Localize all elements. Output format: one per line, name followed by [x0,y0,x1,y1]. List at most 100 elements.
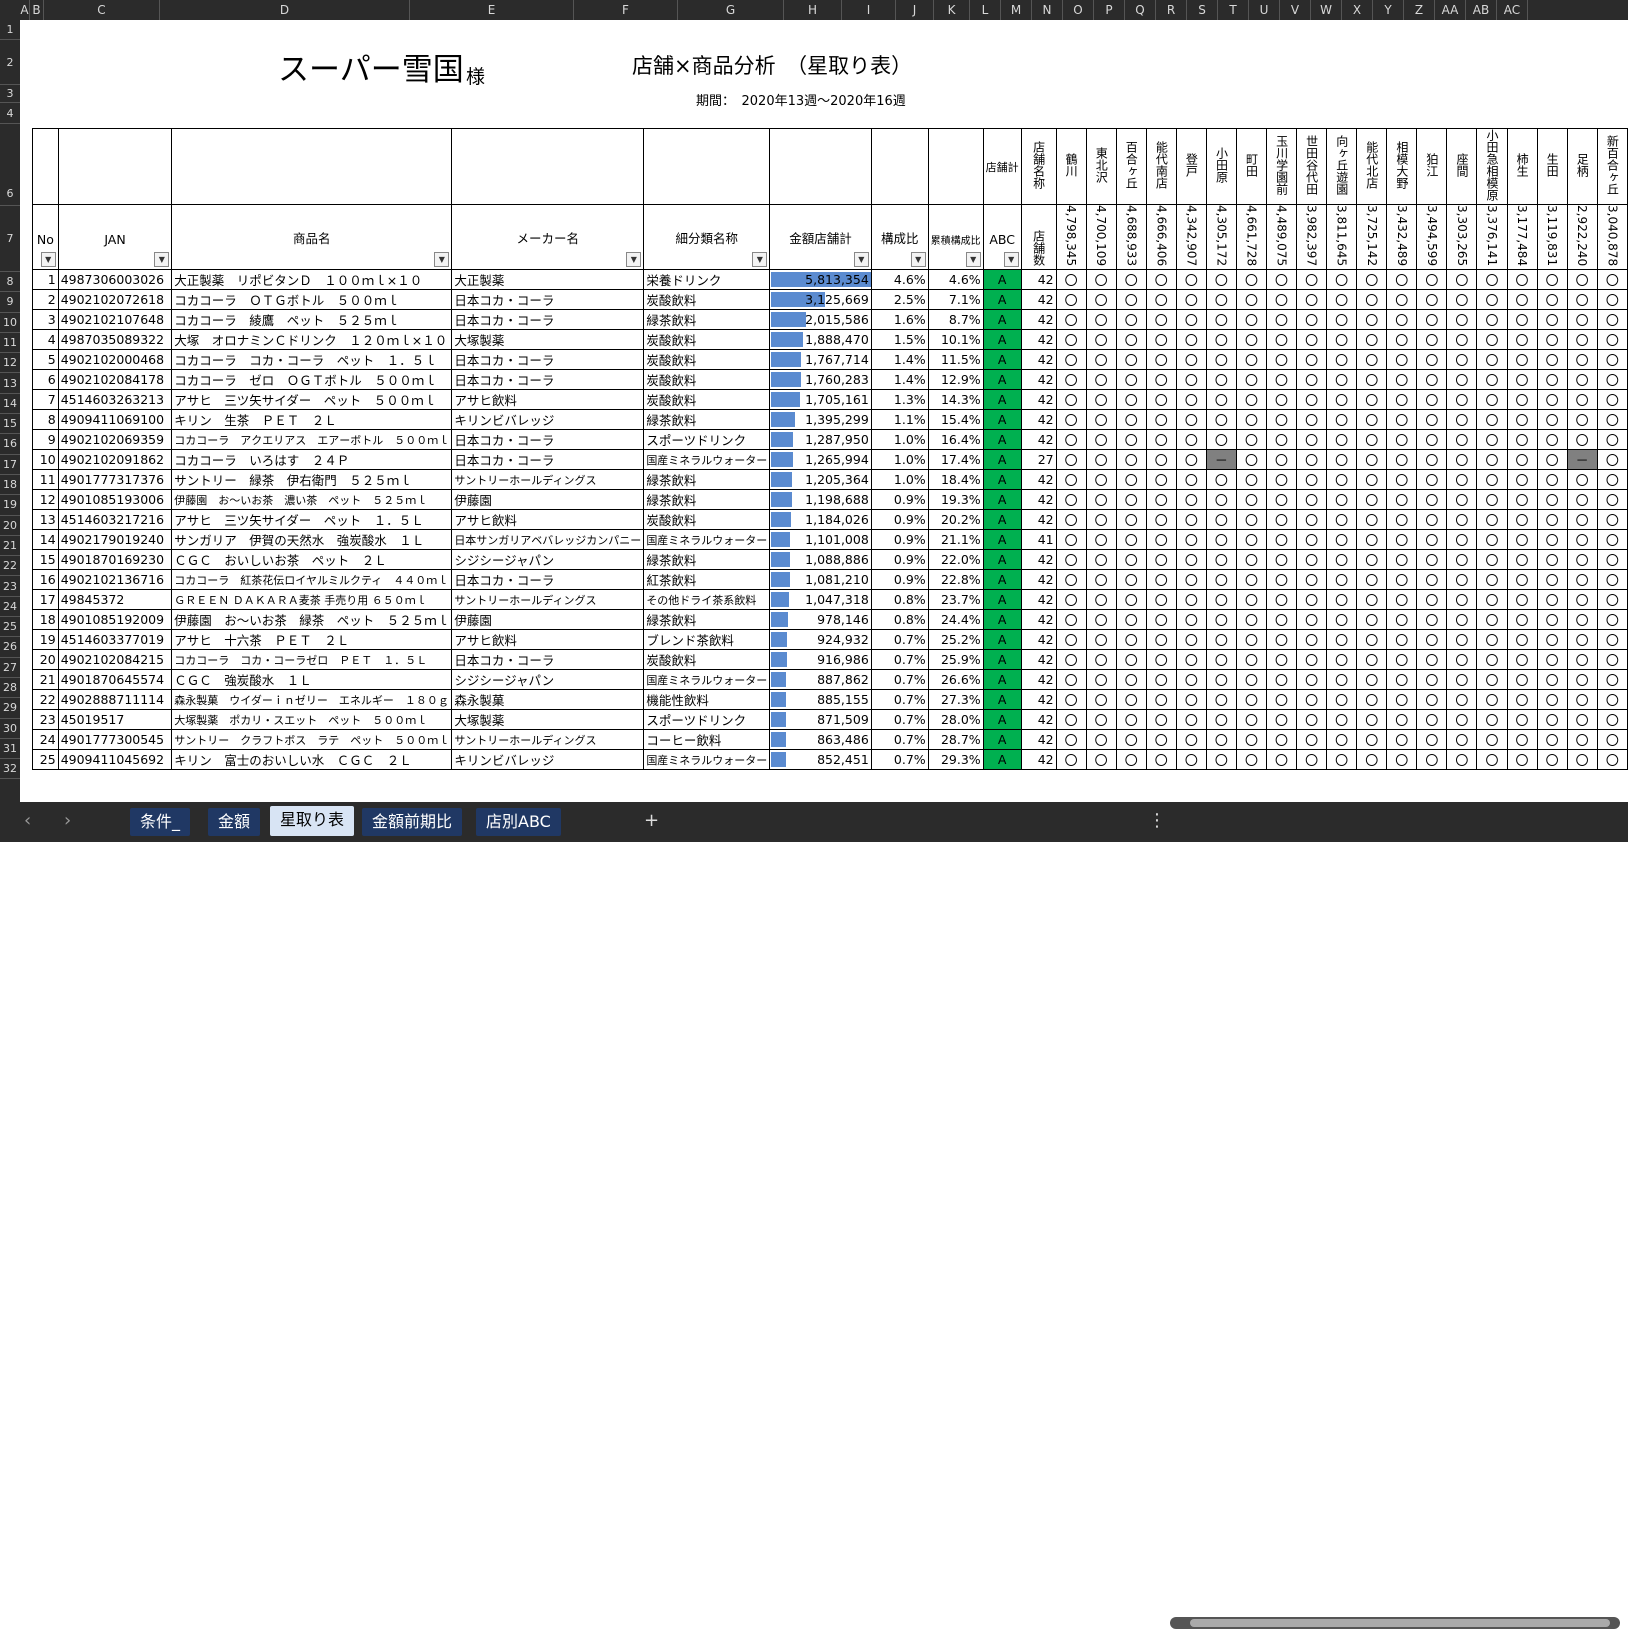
row-number[interactable]: 25 [0,617,20,638]
present-mark[interactable]: 〇 [1205,429,1237,451]
present-mark[interactable]: 〇 [1596,589,1628,611]
store-count-cell[interactable]: 42 [1020,629,1057,651]
present-mark[interactable]: 〇 [1356,289,1388,311]
present-mark[interactable]: 〇 [1596,709,1628,731]
present-mark[interactable]: 〇 [1566,649,1598,671]
present-mark[interactable]: 〇 [1476,649,1508,671]
present-mark[interactable]: 〇 [1416,709,1448,731]
present-mark[interactable]: 〇 [1266,309,1298,331]
present-mark[interactable]: 〇 [1266,589,1298,611]
present-mark[interactable]: 〇 [1055,269,1087,291]
present-mark[interactable]: 〇 [1205,309,1237,331]
amount-cell[interactable]: 852,451 [769,749,872,771]
present-mark[interactable]: 〇 [1296,529,1328,551]
jan-header[interactable]: JAN ▼ [57,203,173,271]
present-mark[interactable]: 〇 [1266,549,1298,571]
present-mark[interactable]: 〇 [1596,549,1628,571]
row-no[interactable]: 2 [32,289,59,311]
maker-cell[interactable]: アサヒ飲料 [451,509,645,531]
present-mark[interactable]: 〇 [1446,349,1478,371]
cumulative-ratio-cell[interactable]: 8.7% [927,309,984,331]
present-mark[interactable]: 〇 [1416,689,1448,711]
maker-cell[interactable]: 日本コカ・コーラ [451,309,645,331]
present-mark[interactable]: 〇 [1235,589,1268,611]
present-mark[interactable]: 〇 [1416,569,1448,591]
maker-cell[interactable]: 日本コカ・コーラ [451,289,645,311]
amount-cell[interactable]: 1,184,026 [769,509,872,531]
present-mark[interactable]: 〇 [1416,649,1448,671]
store-count-cell[interactable]: 42 [1020,409,1057,431]
column-letter-k[interactable]: K [934,0,970,20]
present-mark[interactable]: 〇 [1446,489,1478,511]
present-mark[interactable]: 〇 [1356,529,1388,551]
present-mark[interactable]: 〇 [1506,449,1538,471]
row-no[interactable]: 15 [32,549,59,571]
present-mark[interactable]: 〇 [1566,469,1598,491]
product-name-cell[interactable]: ＣＧＣ おいしいお茶 ペット ２Ｌ [171,549,453,571]
abc-cell[interactable]: A [982,689,1022,711]
amount-cell[interactable]: 863,486 [769,729,872,751]
present-mark[interactable]: 〇 [1476,269,1508,291]
present-mark[interactable]: 〇 [1356,349,1388,371]
present-mark[interactable]: 〇 [1476,409,1508,431]
present-mark[interactable]: 〇 [1566,609,1598,631]
jan-cell[interactable]: 4987306003026 [57,269,173,291]
store-count-cell[interactable]: 42 [1020,729,1057,751]
store-count-cell[interactable]: 42 [1020,649,1057,671]
present-mark[interactable]: 〇 [1296,449,1328,471]
abc-cell[interactable]: A [982,569,1022,591]
present-mark[interactable]: 〇 [1506,649,1538,671]
present-mark[interactable]: 〇 [1175,289,1207,311]
present-mark[interactable]: 〇 [1085,529,1117,551]
abc-cell[interactable]: A [982,729,1022,751]
present-mark[interactable]: 〇 [1055,489,1087,511]
cumulative-ratio-cell[interactable]: 10.1% [927,329,984,351]
store-count-cell[interactable]: 42 [1020,329,1057,351]
tab-prev-icon[interactable]: ‹ [24,810,31,831]
store-count-cell[interactable]: 42 [1020,389,1057,411]
present-mark[interactable]: 〇 [1145,549,1177,571]
column-letter-l[interactable]: L [970,0,1001,20]
present-mark[interactable]: 〇 [1386,589,1418,611]
present-mark[interactable]: 〇 [1326,649,1358,671]
filter-dropdown-icon[interactable]: ▼ [626,252,642,268]
present-mark[interactable]: 〇 [1055,349,1087,371]
present-mark[interactable]: 〇 [1386,289,1418,311]
ratio-cell[interactable]: 0.9% [870,489,929,511]
present-mark[interactable]: 〇 [1386,649,1418,671]
present-mark[interactable]: 〇 [1205,729,1237,751]
jan-cell[interactable]: 4902102084215 [57,649,173,671]
filter-dropdown-icon[interactable]: ▼ [965,252,981,268]
product-name-cell[interactable]: ＣＧＣ 強炭酸水 １Ｌ [171,669,453,691]
ratio-cell[interactable]: 1.5% [870,329,929,351]
present-mark[interactable]: 〇 [1506,469,1538,491]
present-mark[interactable]: 〇 [1296,689,1328,711]
present-mark[interactable]: 〇 [1235,509,1268,531]
column-letter-ac[interactable]: AC [1497,0,1528,20]
cumulative-ratio-cell[interactable]: 23.7% [927,589,984,611]
product-name-cell[interactable]: ＧＲＥＥＮ ＤＡＫＡＲＡ麦茶 手売り用 ６５０ｍｌ [171,589,453,611]
present-mark[interactable]: 〇 [1476,449,1508,471]
ratio-cell[interactable]: 0.7% [870,709,929,731]
present-mark[interactable]: 〇 [1296,509,1328,531]
abc-cell[interactable]: A [982,649,1022,671]
filter-dropdown-icon[interactable]: ▼ [1003,252,1019,268]
present-mark[interactable]: 〇 [1596,749,1628,771]
present-mark[interactable]: 〇 [1506,309,1538,331]
store-count-cell[interactable]: 42 [1020,589,1057,611]
cumulative-ratio-cell[interactable]: 20.2% [927,509,984,531]
present-mark[interactable]: 〇 [1145,309,1177,331]
present-mark[interactable]: 〇 [1145,429,1177,451]
present-mark[interactable]: 〇 [1506,429,1538,451]
present-mark[interactable]: 〇 [1145,749,1177,771]
present-mark[interactable]: 〇 [1235,429,1268,451]
amount-cell[interactable]: 1,205,364 [769,469,872,491]
present-mark[interactable]: 〇 [1536,489,1568,511]
present-mark[interactable]: 〇 [1326,709,1358,731]
cumulative-ratio-cell[interactable]: 22.0% [927,549,984,571]
present-mark[interactable]: 〇 [1175,489,1207,511]
present-mark[interactable]: 〇 [1115,569,1147,591]
column-letter-h[interactable]: H [784,0,842,20]
amount-cell[interactable]: 1,395,299 [769,409,872,431]
ratio-cell[interactable]: 4.6% [870,269,929,291]
